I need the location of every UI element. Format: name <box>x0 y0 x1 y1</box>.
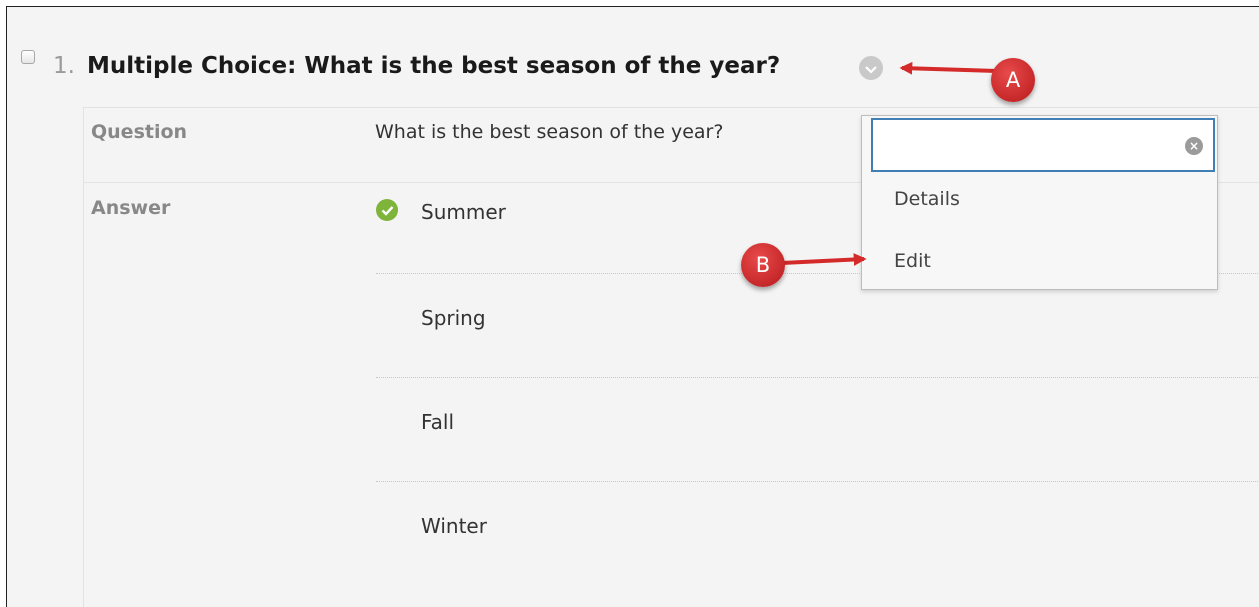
annotation-arrows <box>781 61 998 266</box>
arrow-a <box>899 61 998 75</box>
arrow-b <box>781 253 867 266</box>
assessment-canvas: 1. Multiple Choice: What is the best sea… <box>6 6 1259 607</box>
callout-b: B <box>741 243 785 287</box>
callout-a: A <box>991 58 1035 102</box>
